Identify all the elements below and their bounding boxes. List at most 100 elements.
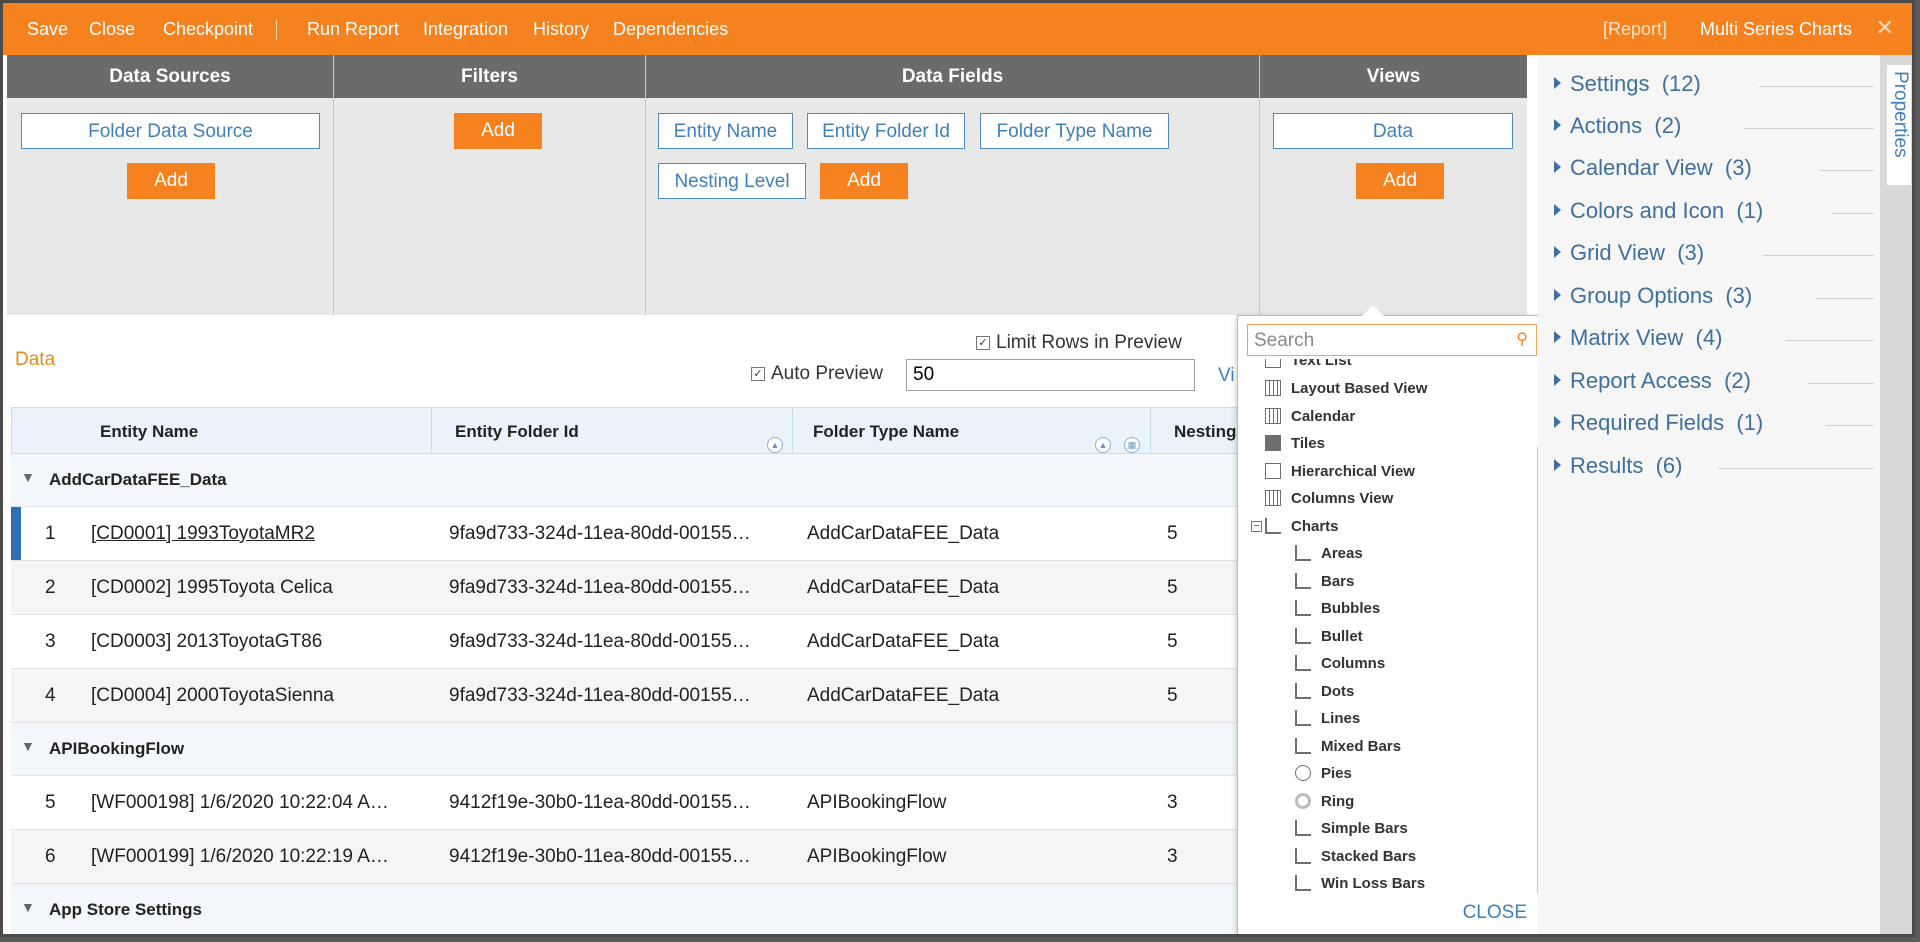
- chevron-down-icon[interactable]: ▼: [21, 738, 35, 754]
- chart-item-simple-bars[interactable]: Simple Bars: [1295, 818, 1408, 840]
- limit-rows-checkbox[interactable]: ✓: [976, 335, 990, 350]
- add-data-source-button[interactable]: Add: [127, 163, 215, 199]
- properties-tab-label[interactable]: Properties: [1887, 65, 1911, 185]
- chevron-down-icon[interactable]: ▼: [21, 469, 35, 485]
- top-toolbar: Save Close Checkpoint Run Report Integra…: [3, 3, 1912, 55]
- column-header-folder-type-name[interactable]: Folder Type Name: [813, 422, 959, 442]
- tree-item-tiles[interactable]: Tiles: [1265, 433, 1325, 455]
- data-fields-column: Data Fields Entity Name Entity Folder Id…: [646, 55, 1260, 315]
- chart-item-pies[interactable]: Pies: [1295, 763, 1352, 785]
- chart-item-stacked-bars[interactable]: Stacked Bars: [1295, 846, 1416, 868]
- close-picker-button[interactable]: CLOSE: [1463, 902, 1527, 924]
- add-data-field-button[interactable]: Add: [820, 163, 908, 199]
- search-icon[interactable]: ⚲: [1516, 329, 1528, 349]
- expand-icon: [1554, 289, 1561, 302]
- tree-item-columns-view[interactable]: Columns View: [1265, 488, 1393, 510]
- section-count: (1): [1736, 198, 1764, 223]
- property-section-grid-view[interactable]: Grid View (3): [1554, 240, 1874, 270]
- entity-name-cell[interactable]: [CD0001] 1993ToyotaMR2: [91, 523, 315, 545]
- auto-preview-toggle[interactable]: ✓ Auto Preview: [751, 363, 883, 385]
- preview-row-limit-input[interactable]: [906, 359, 1195, 391]
- tree-item-layout-based-view[interactable]: Layout Based View: [1265, 378, 1427, 400]
- calendar-icon: [1265, 408, 1281, 425]
- chart-item-win-loss-bars[interactable]: Win Loss Bars: [1295, 873, 1425, 894]
- property-section-required-fields[interactable]: Required Fields (1): [1554, 410, 1874, 440]
- chart-item-bullet[interactable]: Bullet: [1295, 626, 1363, 648]
- folder-type-cell: APIBookingFlow: [807, 846, 947, 867]
- view-chip-data[interactable]: Data: [1273, 113, 1513, 149]
- property-section-actions[interactable]: Actions (2): [1554, 113, 1874, 143]
- group-by-icon[interactable]: ▦: [1124, 437, 1140, 453]
- property-section-group-options[interactable]: Group Options (3): [1554, 283, 1874, 313]
- dependencies-button[interactable]: Dependencies: [613, 19, 728, 40]
- chart-item-dots[interactable]: Dots: [1295, 681, 1354, 703]
- tree-item-hierarchical-view[interactable]: Hierarchical View: [1265, 461, 1415, 483]
- entity-name-cell: [CD0003] 2013ToyotaGT86: [91, 631, 323, 652]
- chart-item-ring[interactable]: Ring: [1295, 791, 1354, 813]
- view-link[interactable]: Vi: [1218, 365, 1235, 387]
- property-section-calendar-view[interactable]: Calendar View (3): [1554, 155, 1874, 185]
- sort-icon[interactable]: ▲: [767, 437, 783, 453]
- auto-preview-checkbox[interactable]: ✓: [751, 366, 765, 381]
- chart-item-bubbles[interactable]: Bubbles: [1295, 598, 1380, 620]
- folder-id-cell: 9fa9d733-324d-11ea-80dd-00155…: [449, 631, 751, 652]
- section-count: (3): [1725, 283, 1753, 308]
- column-header-entity-name[interactable]: Entity Name: [100, 422, 198, 442]
- divider-line: [1759, 86, 1874, 87]
- history-button[interactable]: History: [533, 19, 589, 40]
- checkpoint-button[interactable]: Checkpoint: [163, 19, 253, 40]
- section-count: (12): [1661, 71, 1701, 96]
- divider-line: [1764, 255, 1874, 256]
- save-button[interactable]: Save: [27, 19, 68, 40]
- section-count: (2): [1724, 368, 1751, 393]
- expand-icon: [1554, 119, 1561, 132]
- property-section-report-access[interactable]: Report Access (2): [1554, 368, 1874, 398]
- search-input[interactable]: Search ⚲: [1247, 324, 1537, 356]
- field-chip-nesting-level[interactable]: Nesting Level: [658, 163, 806, 199]
- column-divider: [1150, 408, 1151, 454]
- close-button[interactable]: Close: [89, 19, 135, 40]
- properties-side-tab[interactable]: Properties: [1880, 55, 1912, 934]
- folder-type-cell: APIBookingFlow: [807, 792, 947, 813]
- tree-item-calendar[interactable]: Calendar: [1265, 406, 1355, 428]
- chart-item-columns[interactable]: Columns: [1295, 653, 1385, 675]
- folder-data-source-chip[interactable]: Folder Data Source: [21, 113, 320, 149]
- integration-button[interactable]: Integration: [423, 19, 508, 40]
- collapse-icon[interactable]: −: [1251, 521, 1262, 532]
- run-report-button[interactable]: Run Report: [307, 19, 399, 40]
- column-header-nesting[interactable]: Nesting: [1174, 422, 1236, 442]
- property-section-matrix-view[interactable]: Matrix View (4): [1554, 325, 1874, 355]
- popup-arrow: [1362, 305, 1384, 316]
- field-chip-folder-type-name[interactable]: Folder Type Name: [980, 113, 1169, 149]
- simple-bar-chart-icon: [1295, 820, 1311, 837]
- chevron-down-icon[interactable]: ▼: [21, 899, 35, 915]
- row-number: 5: [45, 792, 56, 813]
- chart-item-lines[interactable]: Lines: [1295, 708, 1360, 730]
- tree-item-text-list[interactable]: Text List: [1265, 359, 1352, 372]
- folder-type-cell: AddCarDataFEE_Data: [807, 523, 1000, 544]
- column-header-entity-folder-id[interactable]: Entity Folder Id: [455, 422, 579, 442]
- tree-item-charts[interactable]: Charts: [1265, 516, 1339, 538]
- add-filter-button[interactable]: Add: [454, 113, 542, 149]
- chart-item-areas[interactable]: Areas: [1295, 543, 1363, 565]
- sort-icon[interactable]: ▲: [1095, 437, 1111, 453]
- group-name: App Store Settings: [49, 900, 203, 919]
- property-section-colors-and-icon[interactable]: Colors and Icon (1): [1554, 198, 1874, 228]
- field-chip-entity-name[interactable]: Entity Name: [658, 113, 793, 149]
- nesting-cell: 5: [1167, 523, 1178, 544]
- property-section-results[interactable]: Results (6): [1554, 453, 1874, 483]
- bar-chart-icon: [1295, 573, 1311, 590]
- mixed-bar-chart-icon: [1295, 738, 1311, 755]
- property-section-settings[interactable]: Settings (12): [1554, 71, 1874, 101]
- limit-rows-toggle[interactable]: ✓ Limit Rows in Preview: [976, 332, 1182, 354]
- search-placeholder: Search: [1254, 330, 1315, 351]
- close-icon[interactable]: ✕: [1876, 15, 1894, 41]
- bullet-chart-icon: [1295, 628, 1311, 645]
- add-view-button[interactable]: Add: [1356, 163, 1444, 199]
- chart-item-bars[interactable]: Bars: [1295, 571, 1354, 593]
- nesting-cell: 5: [1167, 685, 1178, 706]
- chart-item-mixed-bars[interactable]: Mixed Bars: [1295, 736, 1401, 758]
- field-chip-entity-folder-id[interactable]: Entity Folder Id: [807, 113, 965, 149]
- section-name: Calendar View: [1570, 155, 1713, 180]
- chart-item-label: Bullet: [1321, 628, 1363, 645]
